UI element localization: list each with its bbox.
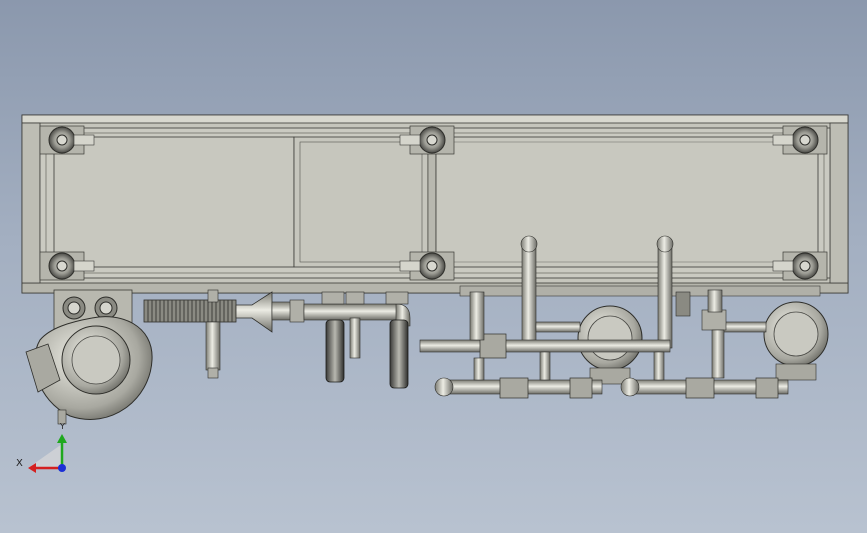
triad-x-label: X xyxy=(16,458,23,469)
cad-model-drawing[interactable] xyxy=(0,0,867,533)
triad-z-axis xyxy=(58,464,66,472)
coordinate-triad xyxy=(28,434,67,473)
triad-y-label: Y xyxy=(60,422,65,431)
cad-viewport[interactable]: X Y xyxy=(0,0,867,533)
blower-unit xyxy=(25,289,153,425)
intake-hose xyxy=(143,289,411,379)
